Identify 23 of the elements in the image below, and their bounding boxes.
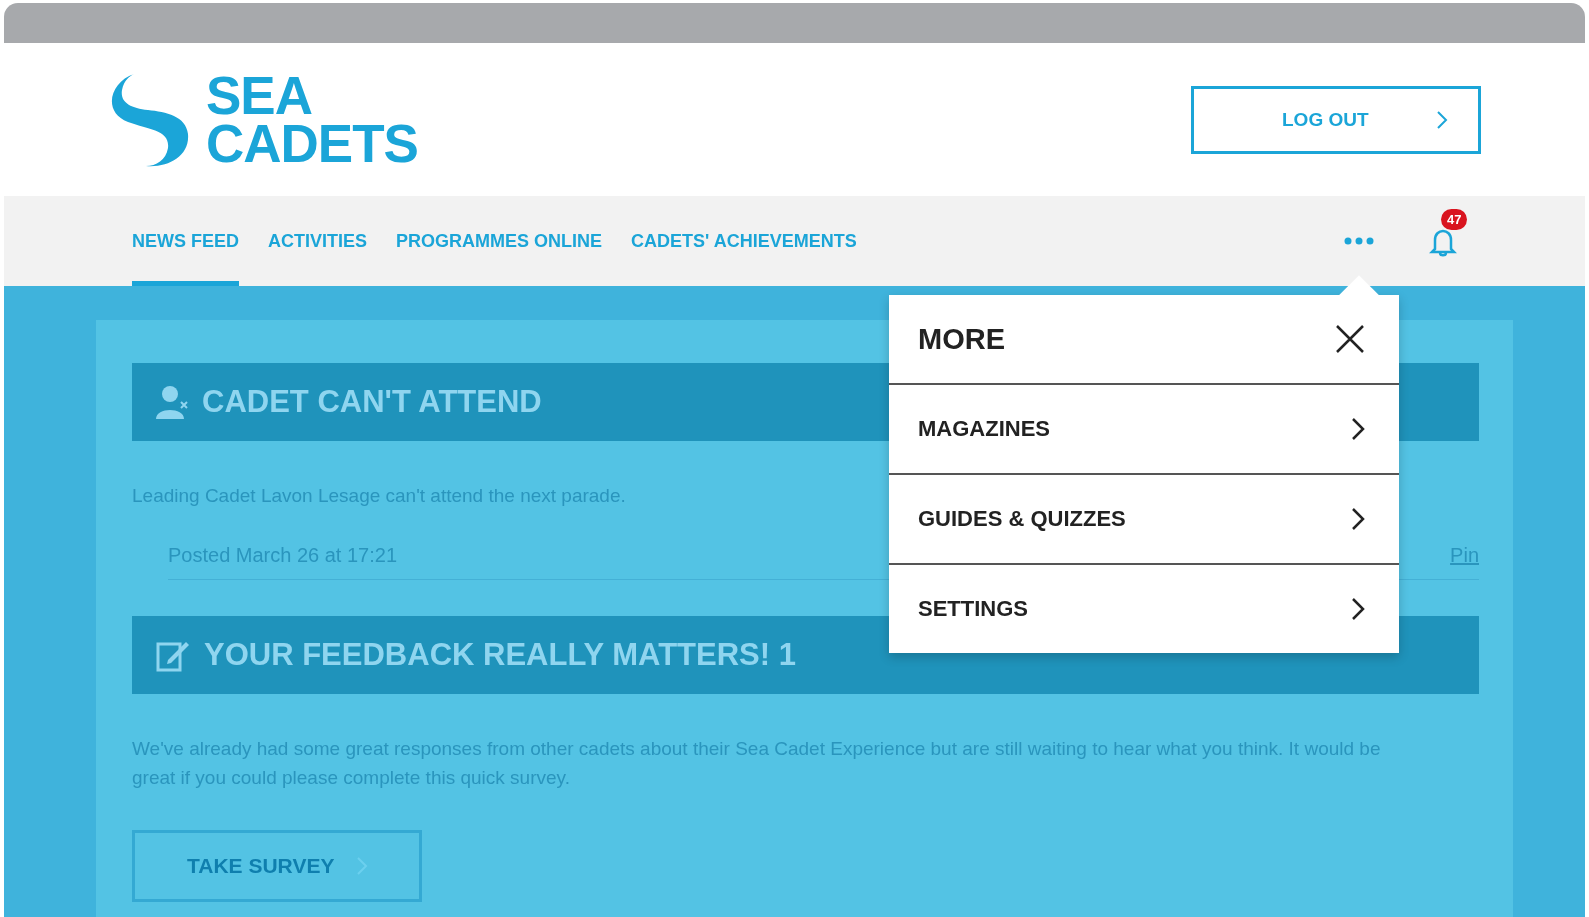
nav-tab[interactable]: ACTIVITIES [268, 196, 368, 286]
chevron-icon [1351, 417, 1365, 441]
menu-title: MORE [918, 322, 1005, 356]
person-icon [156, 385, 188, 419]
menu-item[interactable]: MAGAZINES [889, 385, 1399, 475]
nav-tab[interactable]: PROGRAMMES ONLINE [396, 196, 603, 286]
notification-badge: 47 [1441, 209, 1468, 230]
bell-icon[interactable] [1429, 227, 1457, 257]
take-survey-button[interactable]: TAKE SURVEY [132, 830, 422, 902]
logout-button[interactable]: LOG OUT [1191, 85, 1481, 154]
close-icon[interactable] [1335, 324, 1365, 354]
chevron-icon [1436, 109, 1448, 130]
more-icon[interactable] [1344, 237, 1374, 245]
chevron-icon [356, 856, 369, 876]
logo-text: CADETS [206, 119, 418, 168]
post-title: CADET CAN'T ATTEND [202, 384, 542, 420]
chevron-icon [1351, 507, 1365, 531]
nav-tab[interactable]: CADETS' ACHIEVEMENTS [631, 196, 857, 286]
menu-item[interactable]: GUIDES & QUIZZES [889, 475, 1399, 565]
logo-text: SEA [206, 71, 312, 120]
menu-item[interactable]: SETTINGS [889, 565, 1399, 653]
chevron-icon [1351, 597, 1365, 621]
post-title: YOUR FEEDBACK REALLY MATTERS! 1 [204, 637, 796, 673]
